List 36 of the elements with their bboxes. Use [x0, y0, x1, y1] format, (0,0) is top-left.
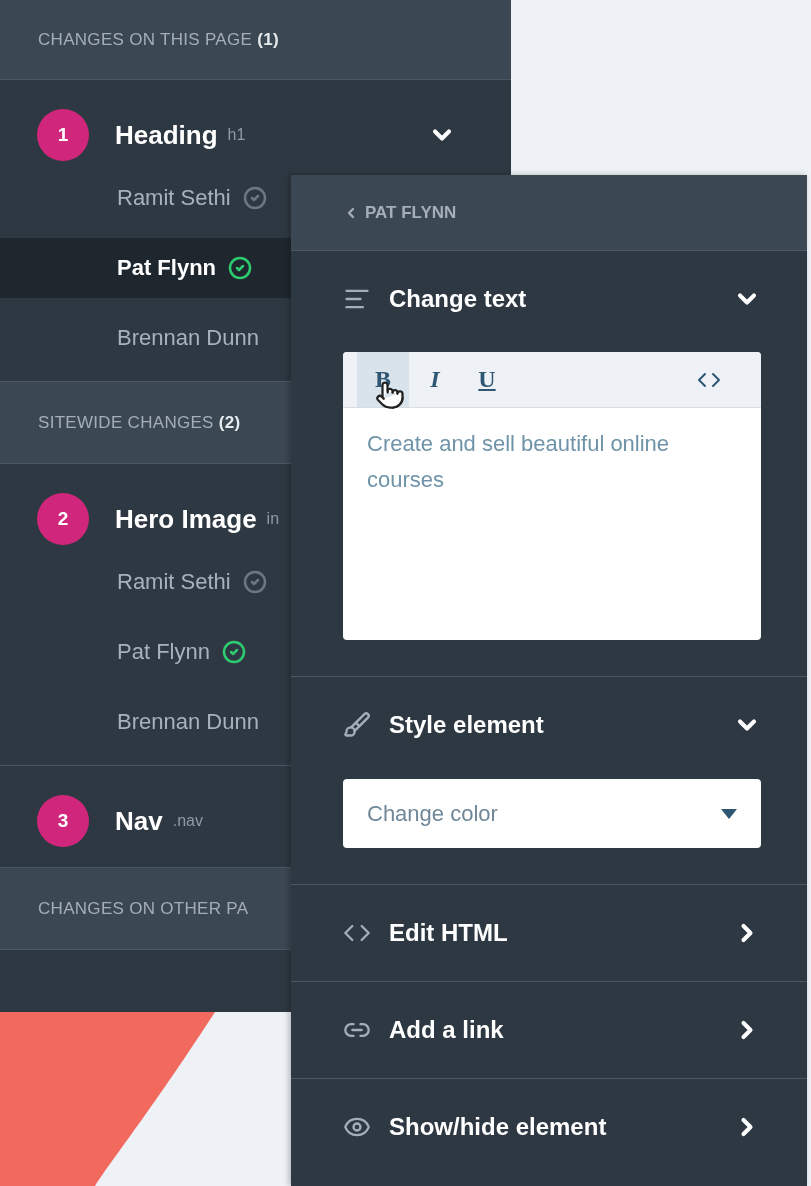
element-tag: .nav [172, 812, 203, 830]
brush-icon [343, 711, 371, 739]
person-row[interactable]: Brennan Dunn [0, 308, 291, 368]
section-title: SITEWIDE CHANGES (2) [38, 412, 241, 433]
section-title[interactable]: Add a link [389, 1016, 715, 1044]
element-name[interactable]: Hero Image [115, 503, 257, 535]
element-name[interactable]: Nav [115, 805, 163, 837]
section-title: CHANGES ON OTHER PA [38, 898, 249, 919]
back-button[interactable]: PAT FLYNN [343, 202, 457, 223]
section-title: CHANGES ON THIS PAGE (1) [38, 29, 279, 50]
number-badge: 3 [37, 795, 89, 847]
format-button[interactable]: U [461, 352, 513, 407]
section-title[interactable]: Show/hide element [389, 1113, 715, 1141]
element-tag: in [266, 510, 280, 528]
caret-icon [721, 808, 737, 819]
color-dropdown[interactable]: Change color [343, 779, 761, 848]
person-name: Ramit Sethi [117, 185, 231, 211]
element-name[interactable]: Heading [115, 119, 218, 151]
person-name: Pat Flynn [117, 255, 216, 281]
section-title[interactable]: Style element [389, 711, 715, 739]
number-badge: 2 [37, 493, 89, 545]
person-row[interactable]: Brennan Dunn [0, 692, 291, 752]
format-button[interactable]: I [409, 352, 461, 407]
person-name: Pat Flynn [117, 639, 210, 665]
person-row[interactable]: Ramit Sethi [0, 552, 291, 612]
number-badge: 1 [37, 109, 89, 161]
person-name: Brennan Dunn [117, 709, 259, 735]
element-tag: h1 [227, 126, 246, 144]
person-row[interactable]: Ramit Sethi [0, 168, 291, 228]
person-name: Ramit Sethi [117, 569, 231, 595]
person-row[interactable]: Pat Flynn [0, 238, 291, 298]
person-row[interactable]: Pat Flynn [0, 622, 291, 682]
section-title[interactable]: Edit HTML [389, 919, 715, 947]
editor-text: Create and sell beautiful online courses [366, 430, 671, 494]
section-title[interactable]: Change text [389, 285, 715, 313]
person-name: Brennan Dunn [117, 325, 259, 351]
